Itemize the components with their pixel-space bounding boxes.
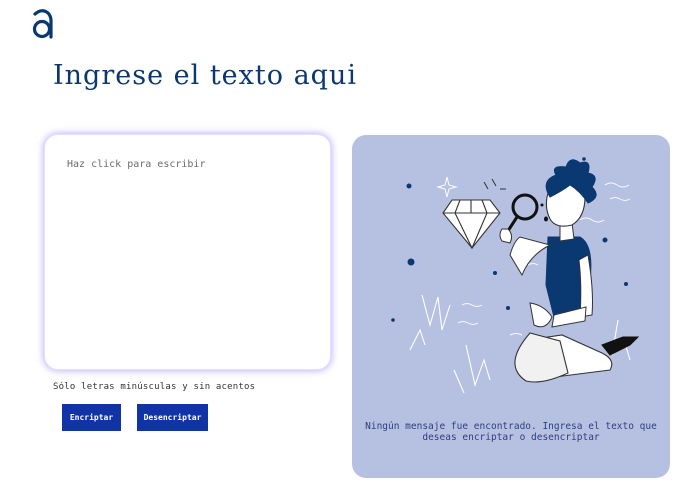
alura-logo-icon (32, 9, 53, 39)
page-title: Ingrese el texto aqui (53, 60, 357, 91)
output-panel: Ningún mensaje fue encontrado. Ingresa e… (352, 135, 670, 478)
message-textarea[interactable] (67, 159, 307, 349)
text-input-card (44, 134, 331, 370)
empty-message: Ningún mensaje fue encontrado. Ingresa e… (365, 421, 657, 443)
input-hint: Sólo letras minúsculas y sin acentos (53, 382, 256, 392)
decrypt-button[interactable]: Desencriptar (137, 404, 208, 431)
person-with-magnifying-glass-and-diamond-illustration (391, 157, 640, 394)
encrypt-button[interactable]: Encriptar (62, 404, 121, 431)
